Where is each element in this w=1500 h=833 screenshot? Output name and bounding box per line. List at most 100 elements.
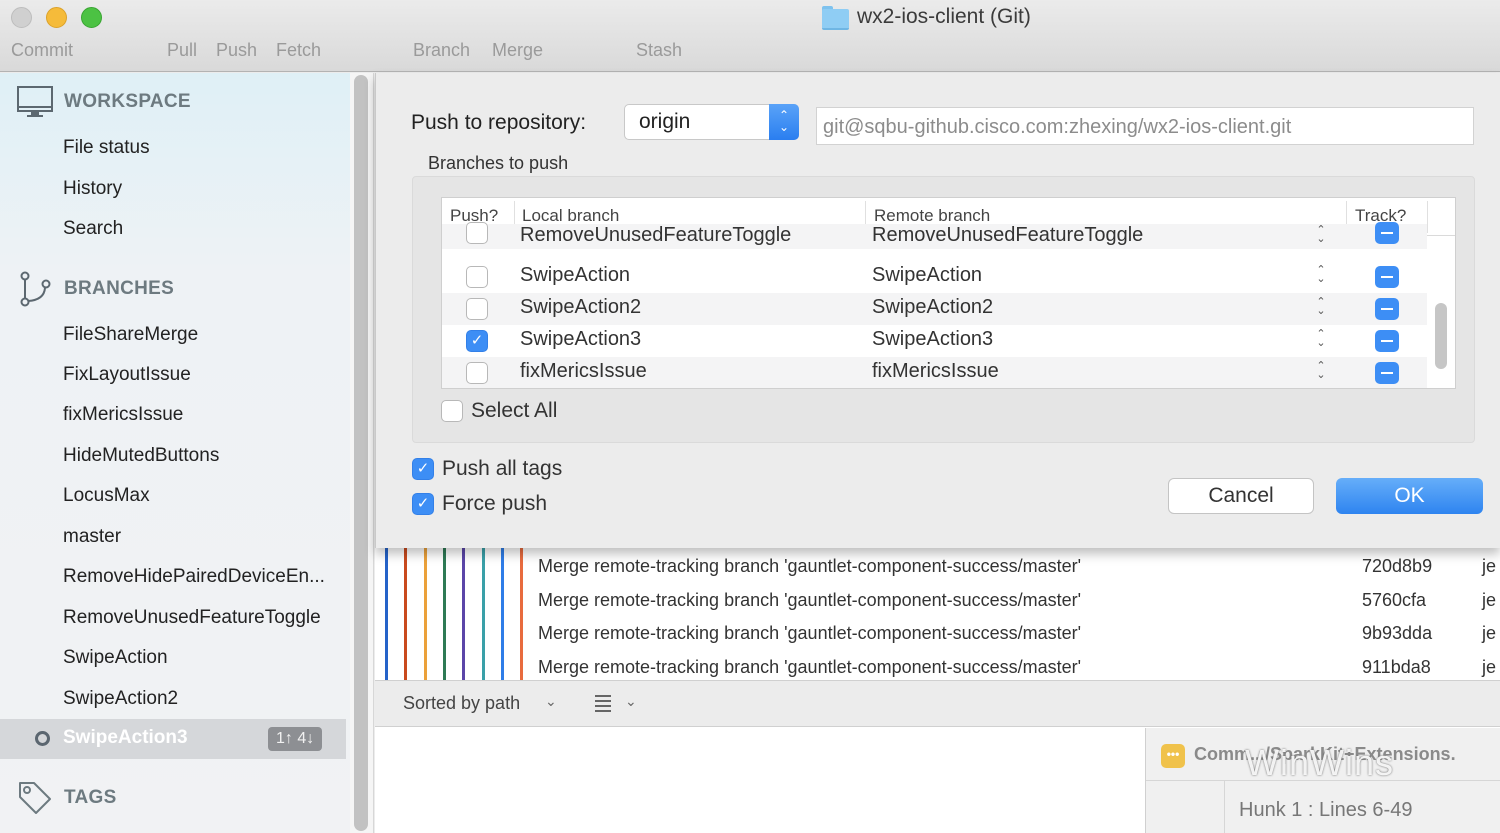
current-branch-indicator-icon [35, 731, 50, 746]
sidebar-branch-item[interactable]: RemoveUnusedFeatureToggle [63, 607, 321, 629]
chevron-down-icon[interactable]: ⌄ [545, 693, 557, 710]
tag-icon [19, 782, 51, 814]
branch-row[interactable]: SwipeAction2 SwipeAction2 ⌃ ⌄ [442, 293, 1427, 325]
track-checkbox-mixed[interactable] [1375, 298, 1399, 320]
commit-hash: 9b93dda [1362, 623, 1433, 643]
workspace-label: WORKSPACE [64, 91, 191, 112]
select-all-checkbox-box[interactable] [441, 400, 463, 422]
track-checkbox-mixed[interactable] [1375, 266, 1399, 288]
force-push-checkbox[interactable]: ✓ Force push [412, 492, 547, 516]
branch-row[interactable]: ✓ SwipeAction3 SwipeAction3 ⌃ ⌄ [442, 325, 1427, 357]
push-all-tags-checkbox[interactable]: ✓ Push all tags [412, 457, 562, 481]
up-down-chevron-icon[interactable]: ⌃ ⌄ [1314, 225, 1328, 245]
toolbar-stash-button[interactable]: Stash [636, 40, 682, 61]
diff-gutter [1224, 781, 1225, 833]
local-branch-name: SwipeAction3 [520, 328, 642, 350]
cancel-button[interactable]: Cancel [1168, 478, 1314, 514]
sidebar-branch-item[interactable]: FixLayoutIssue [63, 364, 191, 386]
push-checkbox[interactable] [466, 362, 488, 384]
push-checkbox[interactable] [466, 266, 488, 288]
track-checkbox-mixed[interactable] [1375, 330, 1399, 352]
up-down-chevron-icon[interactable]: ⌃ ⌄ [1314, 265, 1328, 285]
toolbar-commit-button[interactable]: Commit [11, 40, 73, 61]
branch-row[interactable]: SwipeAction SwipeAction ⌃ ⌄ [442, 261, 1427, 293]
chevron-down-icon[interactable]: ⌄ [625, 693, 637, 710]
repository-url-field[interactable]: git@sqbu-github.cisco.com:zhexing/wx2-io… [816, 107, 1474, 145]
branches-table: Push? Local branch Remote branch Track? … [441, 197, 1456, 389]
file-sort-bar: Sorted by path ⌄ ⌄ [375, 680, 1500, 727]
column-remote-branch[interactable]: Remote branch [874, 206, 990, 226]
up-down-chevron-icon[interactable]: ⌃ ⌄ [1314, 297, 1328, 317]
sidebar-scrollbar-thumb[interactable] [354, 75, 368, 831]
sidebar-item-history[interactable]: History [63, 178, 122, 200]
ok-button[interactable]: OK [1336, 478, 1483, 514]
sidebar-branch-item[interactable]: LocusMax [63, 485, 150, 507]
graph-lane [442, 548, 446, 680]
commit-hash: 720d8b9 [1362, 556, 1433, 576]
push-checkbox[interactable]: ✓ [466, 330, 488, 352]
sidebar-branch-item[interactable]: HideMutedButtons [63, 445, 219, 467]
select-all-label: Select All [471, 399, 558, 422]
sidebar-branch-item[interactable]: SwipeAction2 [63, 688, 178, 710]
column-local-branch[interactable]: Local branch [522, 206, 619, 226]
up-down-chevron-icon[interactable]: ⌃ ⌄ [1314, 361, 1328, 381]
graph-lane [481, 548, 485, 680]
close-window-button[interactable] [11, 7, 32, 28]
sidebar-item-search[interactable]: Search [63, 218, 123, 240]
commit-message: Merge remote-tracking branch 'gauntlet-c… [538, 656, 1082, 677]
sidebar-item-file-status[interactable]: File status [63, 137, 150, 159]
commit-author: je [1482, 623, 1497, 643]
toolbar-pull-button[interactable]: Pull [167, 40, 197, 61]
track-checkbox-mixed[interactable] [1375, 222, 1399, 244]
file-modified-icon: ••• [1161, 744, 1185, 768]
remote-branch-select[interactable]: SwipeAction [872, 264, 982, 287]
toolbar-branch-button[interactable]: Branch [413, 40, 470, 61]
branch-row[interactable]: fixMericsIssue fixMericsIssue ⌃ ⌄ [442, 357, 1427, 388]
sidebar-branch-item[interactable]: master [63, 526, 121, 548]
local-branch-name: fixMericsIssue [520, 360, 647, 382]
checkmark-icon[interactable]: ✓ [412, 493, 434, 515]
folder-icon [822, 6, 849, 30]
graph-lane [500, 548, 504, 680]
sort-dropdown[interactable]: Sorted by path [403, 693, 520, 714]
toolbar-push-button[interactable]: Push [216, 40, 257, 61]
sidebar-branch-item[interactable]: SwipeAction [63, 647, 168, 669]
select-all-checkbox[interactable]: Select All [441, 399, 557, 423]
push-all-tags-label: Push all tags [442, 457, 563, 480]
sidebar-section-branches[interactable]: BRANCHES [16, 270, 174, 308]
commit-author: je [1482, 656, 1497, 677]
list-view-icon[interactable] [595, 695, 611, 712]
sidebar-branch-item[interactable]: fixMericsIssue [63, 404, 183, 426]
branches-label: BRANCHES [64, 278, 175, 299]
hunk-header: Hunk 1 : Lines 6-49 [1239, 799, 1413, 821]
sidebar-branch-item[interactable]: RemoveHidePairedDeviceEn... [63, 566, 325, 588]
local-branch-name: RemoveUnusedFeatureToggle [520, 224, 792, 246]
remote-branch-select[interactable]: SwipeAction2 [872, 296, 993, 319]
ahead-behind-badge: 1↑ 4↓ [268, 727, 323, 751]
branch-row[interactable]: RemoveUnusedFeatureToggle RemoveUnusedFea… [442, 222, 1427, 249]
table-scrollbar-thumb[interactable] [1435, 303, 1447, 369]
repository-select[interactable]: origin ⌃ ⌄ [624, 104, 799, 140]
window-title: wx2-ios-client (Git) [822, 5, 1031, 30]
toolbar-fetch-button[interactable]: Fetch [276, 40, 321, 61]
current-branch-label: SwipeAction3 [63, 727, 188, 748]
sidebar-current-branch[interactable]: SwipeAction3 1↑ 4↓ [0, 719, 346, 759]
sidebar-scrollbar[interactable] [350, 73, 374, 833]
checkmark-icon[interactable]: ✓ [412, 458, 434, 480]
toolbar-merge-button[interactable]: Merge [492, 40, 543, 61]
maximize-window-button[interactable] [81, 7, 102, 28]
remote-branch-select[interactable]: SwipeAction3 [872, 328, 993, 351]
push-checkbox[interactable] [466, 298, 488, 320]
track-checkbox-mixed[interactable] [1375, 362, 1399, 384]
up-down-chevron-icon[interactable]: ⌃ ⌄ [1314, 329, 1328, 349]
remote-branch-select[interactable]: fixMericsIssue [872, 360, 999, 383]
sidebar-section-workspace[interactable]: WORKSPACE [16, 85, 191, 119]
graph-lane [404, 548, 408, 680]
push-checkbox[interactable] [466, 222, 488, 244]
sidebar-branch-item[interactable]: FileShareMerge [63, 324, 198, 346]
sidebar-section-tags[interactable]: TAGS [16, 779, 117, 817]
remote-branch-select[interactable]: RemoveUnusedFeatureToggle [872, 224, 1143, 247]
minimize-window-button[interactable] [46, 7, 67, 28]
branches-to-push-label: Branches to push [428, 153, 569, 173]
commit-author: je [1482, 556, 1497, 576]
